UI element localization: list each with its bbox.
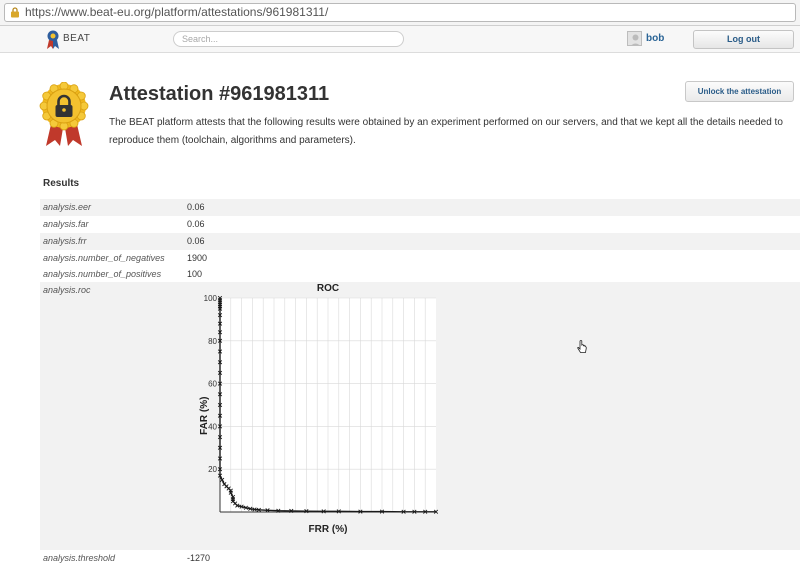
chart-y-tick-label: 100 [204,294,218,303]
url-text: https://www.beat-eu.org/platform/attesta… [25,5,329,19]
chart-x-axis-label: FRR (%) [309,524,348,535]
beat-logo-icon[interactable] [44,29,62,50]
lock-icon [11,7,19,18]
logout-button[interactable]: Log out [693,30,794,49]
avatar[interactable] [627,31,642,46]
user-silhouette-icon [631,34,640,45]
url-field[interactable]: https://www.beat-eu.org/platform/attesta… [4,3,796,22]
result-key: analysis.eer [43,202,92,212]
result-row-threshold: analysis.threshold -1270 [40,550,800,567]
result-row-frr: analysis.frr 0.06 [40,233,800,250]
chart-title: ROC [317,283,339,294]
chart-y-axis-label: FAR (%) [199,397,210,435]
chart-y-tick-label: 80 [208,337,217,346]
attestation-description: The BEAT platform attests that the follo… [109,117,783,146]
logo-text[interactable]: BEAT [63,33,90,44]
mouse-cursor-icon [577,340,587,353]
roc-chart: 20406080100ROCFRR (%)FAR (%) [199,283,439,535]
result-value: 0.06 [187,202,205,212]
result-row-far: analysis.far 0.06 [40,216,800,233]
result-key: analysis.frr [43,236,87,246]
result-value: -1270 [187,553,211,563]
result-key: analysis.roc [43,285,91,295]
result-key: analysis.number_of_positives [43,269,162,279]
search-input[interactable] [173,31,404,47]
browser-address-bar: https://www.beat-eu.org/platform/attesta… [0,0,800,26]
result-value: 1900 [187,253,208,263]
attestation-badge-icon [39,82,89,146]
result-value: 0.06 [187,219,205,229]
result-row-negatives: analysis.number_of_negatives 1900 [40,250,800,267]
page-title: Attestation #961981311 [109,83,330,105]
result-row-positives: analysis.number_of_positives 100 [40,266,800,283]
result-value: 0.06 [187,236,205,246]
result-row-eer: analysis.eer 0.06 [40,199,800,216]
chart-y-tick-label: 60 [208,380,217,389]
result-key: analysis.number_of_negatives [43,253,165,263]
result-value: 100 [187,269,203,279]
top-navbar: BEAT bob Log out [0,26,800,53]
username-link[interactable]: bob [646,33,664,44]
chart-y-tick-label: 20 [208,465,217,474]
unlock-attestation-button[interactable]: Unlock the attestation [685,81,794,102]
results-heading: Results [43,178,80,189]
result-key: analysis.threshold [43,553,116,563]
result-key: analysis.far [43,219,89,229]
